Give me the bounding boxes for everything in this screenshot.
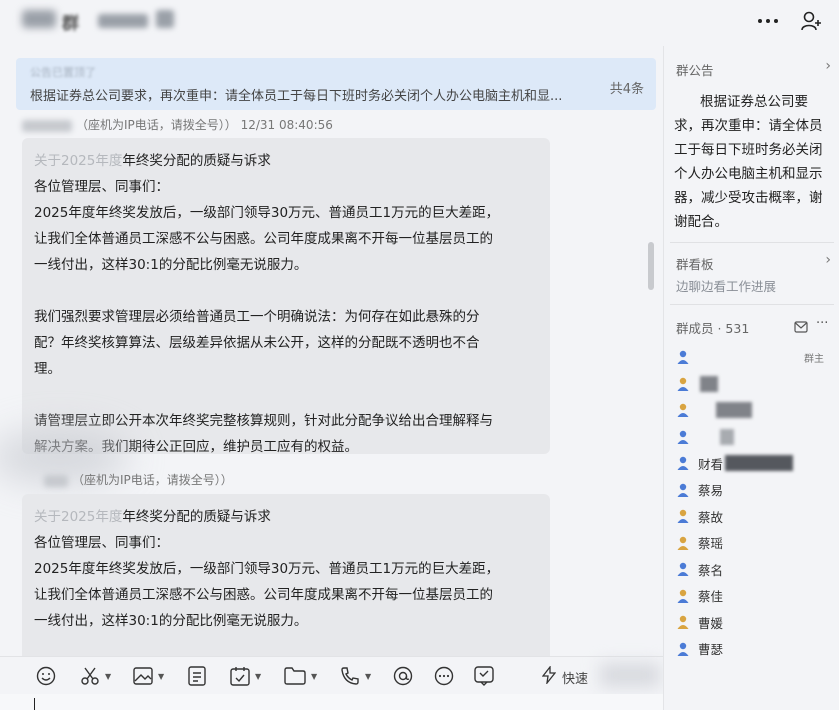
message-line: 各位管理层、同事们：	[34, 179, 169, 195]
message-line: 我们强烈要求管理层必须给普通员工一个明确说法：为何存在如此悬殊的分	[34, 309, 480, 325]
input-toolbar: ▼ ▼ ▼ ▼ ▼ 快速	[0, 656, 663, 694]
user-icon	[676, 562, 690, 577]
notice-title[interactable]: 群公告	[676, 60, 714, 79]
member-item[interactable]: 曹瑟	[676, 636, 836, 663]
more-dots-icon[interactable]: ···	[816, 316, 828, 331]
lightning-icon	[541, 665, 557, 688]
member-item[interactable]: 群主	[676, 344, 836, 371]
message-icon[interactable]	[474, 665, 494, 687]
member-name-redacted	[725, 455, 794, 472]
folder-icon[interactable]: ▼	[284, 665, 317, 687]
member-item[interactable]: 蔡佳	[676, 583, 836, 610]
member-item[interactable]	[676, 397, 836, 424]
message-line: 2025年度年终奖发放后，一级部门领导30万元、普通员工1万元的巨大差距，	[34, 205, 500, 221]
user-icon	[676, 456, 690, 471]
image-icon[interactable]: ▼	[133, 665, 164, 687]
phone-icon[interactable]: ▼	[340, 665, 371, 687]
message-line: 一线付出，这样30:1的分配比例毫无说服力。	[34, 613, 308, 629]
user-icon	[676, 350, 690, 365]
member-item[interactable]: 曹媛	[676, 609, 836, 636]
message-gap	[34, 382, 538, 408]
message-bubble[interactable]: 关于2025年度年终奖分配的质疑与诉求 各位管理层、同事们： 2025年度年终奖…	[22, 138, 550, 455]
chat-more-icon[interactable]	[434, 665, 454, 687]
member-item[interactable]	[676, 371, 836, 398]
pinned-sub: 公告已置顶了	[30, 66, 96, 79]
chat-scrollbar[interactable]	[648, 242, 654, 290]
user-icon	[676, 509, 690, 524]
divider	[670, 304, 834, 305]
user-icon	[676, 403, 690, 418]
message-bubble[interactable]: 关于2025年度年终奖分配的质疑与诉求 各位管理层、同事们： 2025年度年终奖…	[22, 494, 550, 656]
message-line: 一线付出，这样30:1的分配比例毫无说服力。	[34, 257, 308, 273]
divider	[670, 242, 834, 243]
user-icon	[676, 642, 690, 656]
member-item[interactable]: 蔡名	[676, 556, 836, 583]
emoji-icon[interactable]	[36, 665, 56, 687]
user-icon	[676, 536, 690, 550]
user-icon	[676, 589, 690, 603]
message-line: 各位管理层、同事们：	[34, 535, 169, 551]
toolbar-redacted	[600, 663, 660, 687]
add-member-icon[interactable]	[797, 6, 827, 36]
mail-icon[interactable]	[794, 318, 808, 337]
message-title: 关于2025年度年终奖分配的质疑与诉求	[34, 509, 271, 525]
sender-meta: （座机为IP电话，请拨全号））	[44, 471, 233, 488]
more-dots-icon[interactable]	[753, 6, 783, 36]
user-icon	[676, 615, 690, 630]
member-name-redacted	[720, 428, 734, 445]
chat-area: 公告已置顶了 根据证券总公司要求，再次重申：请全体员工于每日下班时务必关闭个人办…	[0, 46, 663, 656]
user-icon	[676, 377, 690, 391]
member-name-redacted	[716, 402, 752, 419]
member-item[interactable]: 蔡易	[676, 477, 836, 504]
sender-name-redacted	[44, 474, 68, 487]
document-icon[interactable]	[188, 665, 206, 687]
user-icon	[676, 430, 690, 444]
board-text: 边聊边看工作进展	[676, 279, 777, 294]
sender-name-redacted	[22, 119, 72, 132]
notice-text: 根据证券总公司要求，再次重申：请全体员工于每日下班时务必关闭个人办公电脑主机和显…	[674, 94, 823, 230]
message-gap	[34, 278, 538, 304]
right-panel: 群公告 › 根据证券总公司要求，再次重申：请全体员工于每日下班时务必关闭个人办公…	[663, 46, 839, 710]
member-list: 群主 财看 蔡易 蔡故 蔡瑶 蔡名 蔡佳 曹媛 曹瑟	[676, 344, 836, 662]
pinned-count[interactable]: 共4条	[610, 78, 644, 97]
members-title[interactable]: 群成员 · 531	[676, 318, 749, 337]
title-redacted-3	[156, 10, 174, 28]
chevron-right-icon[interactable]: ›	[825, 252, 831, 268]
pinned-text: 根据证券总公司要求，再次重申：请全体员工于每日下班时务必关闭个人办公电脑主机和显…	[30, 89, 563, 104]
member-item[interactable]: 蔡故	[676, 503, 836, 530]
text-cursor	[34, 698, 35, 710]
message-title: 关于2025年度年终奖分配的质疑与诉求	[34, 153, 271, 169]
member-name-redacted	[700, 375, 718, 392]
chevron-right-icon[interactable]: ›	[825, 58, 831, 74]
message-line: 2025年度年终奖发放后，一级部门领导30万元、普通员工1万元的巨大差距，	[34, 561, 500, 577]
sender-meta: （座机为IP电话，请拨全号）） 12/31 08:40:56	[22, 116, 333, 133]
message-line: 请管理层立即公开本次年终奖完整核算规则，针对此分配争议给出合理解释与	[34, 413, 493, 429]
title-redacted-2	[98, 14, 148, 28]
pinned-notice[interactable]: 公告已置顶了 根据证券总公司要求，再次重申：请全体员工于每日下班时务必关闭个人办…	[16, 58, 656, 110]
message-line: 配？年终奖核算算法、层级差异依据从未公开，这样的分配既不透明也不合	[34, 335, 480, 351]
message-line: 让我们全体普通员工深感不公与困惑。公司年度成果离不开每一位基层员工的	[34, 231, 493, 247]
owner-tag: 群主	[804, 353, 824, 365]
quick-reply-label: 快速	[562, 671, 589, 687]
chat-title: 群	[62, 14, 79, 34]
scissors-icon[interactable]: ▼	[80, 665, 111, 687]
user-icon	[676, 483, 690, 497]
quick-reply-button[interactable]: 快速	[541, 665, 589, 688]
message-line: 理。	[34, 361, 61, 377]
board-title[interactable]: 群看板	[676, 254, 714, 273]
message-line: 让我们全体普通员工深感不公与困惑。公司年度成果离不开每一位基层员工的	[34, 587, 493, 603]
at-icon[interactable]	[393, 665, 413, 687]
member-item[interactable]	[676, 424, 836, 451]
member-item[interactable]: 蔡瑶	[676, 530, 836, 557]
message-input[interactable]	[0, 694, 663, 710]
title-bar: 群	[0, 0, 839, 46]
calendar-icon[interactable]: ▼	[230, 665, 261, 687]
member-item[interactable]: 财看	[676, 450, 836, 477]
